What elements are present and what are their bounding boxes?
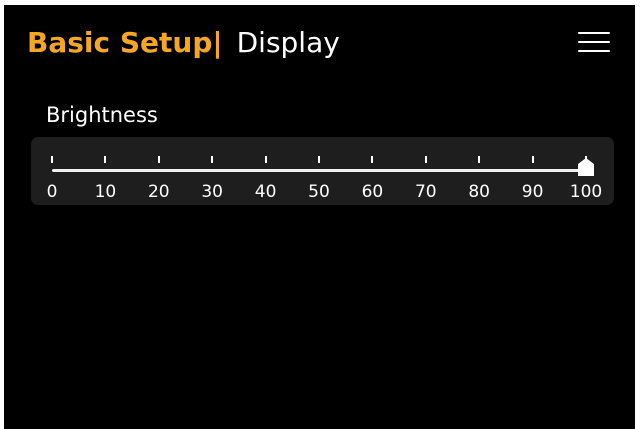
menu-button[interactable]	[576, 27, 612, 57]
slider-tick-label: 0	[46, 182, 58, 202]
slider-tick-label: 20	[147, 182, 170, 202]
slider-tick	[318, 156, 320, 163]
slider-tick	[157, 156, 160, 163]
slider-tick	[211, 156, 214, 163]
slider-tick	[531, 156, 534, 163]
slider-tick-label: 40	[254, 182, 277, 202]
slider-tick	[264, 156, 267, 163]
page-title: Basic Setup| Display	[27, 23, 340, 63]
slider-tick-label: 80	[468, 182, 490, 202]
brightness-slider-track[interactable]	[52, 169, 586, 172]
slider-tick-label: 70	[414, 182, 437, 202]
slider-tick	[371, 156, 374, 163]
slider-tick-label: 50	[308, 182, 330, 202]
slider-tick-label: 90	[521, 182, 544, 202]
header-page-title: Display	[236, 26, 340, 59]
display-settings-screen: Basic Setup| Display Brightness 0 10 20 30 40…	[4, 5, 635, 429]
slider-tick-label: 100	[569, 182, 603, 202]
slider-tick-label: 10	[94, 182, 117, 202]
slider-tick	[478, 156, 481, 163]
header-section-title: Basic Setup	[27, 26, 213, 59]
brightness-label: Brightness	[46, 103, 158, 127]
brightness-slider-thumb[interactable]	[578, 158, 594, 176]
slider-tick	[104, 156, 107, 163]
slider-tick-label: 60	[361, 182, 384, 202]
header-separator: |	[212, 26, 223, 59]
slider-tick	[424, 156, 427, 163]
brightness-slider-panel: 0 10 20 30 40 50 60 70 80 90 100	[31, 137, 614, 205]
slider-tick	[51, 156, 53, 163]
slider-tick-label: 30	[201, 182, 223, 202]
